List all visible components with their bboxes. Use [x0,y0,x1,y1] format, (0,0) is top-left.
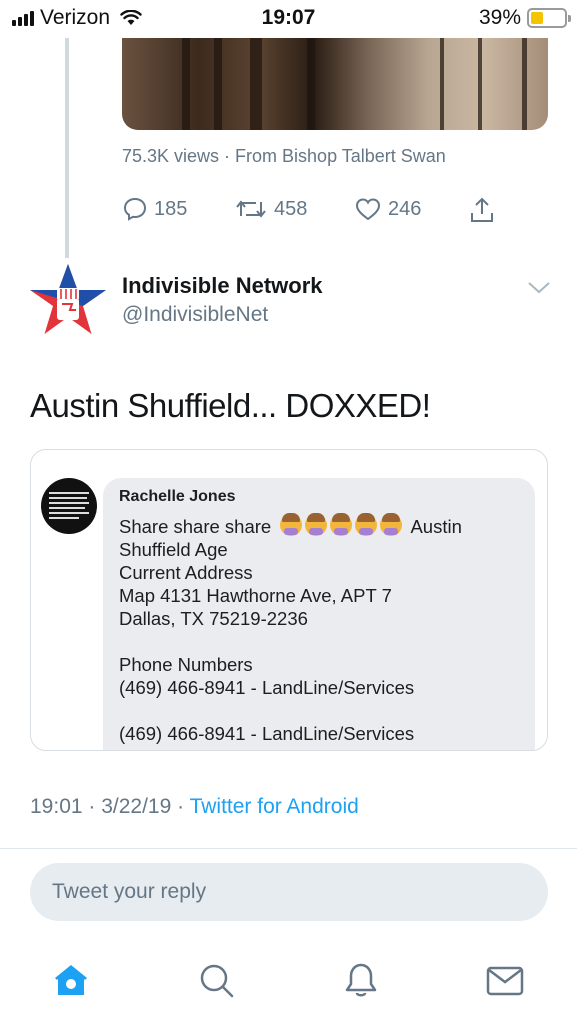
facebook-comment-bubble: Rachelle Jones Share share share Austin … [103,478,535,750]
like-count: 246 [388,197,422,220]
comment-line: (469) 466-8941 - LandLine/Services [119,723,415,744]
battery-fill [531,12,543,24]
video-thumbnail[interactable] [122,38,548,130]
reply-input[interactable] [30,863,548,921]
notifications-icon [345,963,377,997]
attached-image[interactable]: Rachelle Jones Share share share Austin … [30,449,548,751]
author-handle[interactable]: @IndivisibleNet [122,303,268,327]
retweet-action[interactable]: 458 [234,196,307,222]
reply-action[interactable]: 185 [122,196,187,222]
tweet-timestamp: 19:01 · 3/22/19 · [30,795,190,818]
tab-notifications[interactable] [341,960,381,1000]
woman-raising-hand-emoji [355,513,378,536]
search-icon [200,964,234,998]
reply-count: 185 [154,197,188,220]
comment-line: Share share share Austin [119,513,462,537]
comment-line: Map 4131 Hawthorne Ave, APT 7 [119,585,392,606]
tweet-meta: 19:01 · 3/22/19 · Twitter for Android [30,795,359,819]
tweet-source-link[interactable]: Twitter for Android [190,795,359,818]
indivisible-logo-avatar[interactable] [28,262,108,338]
retweet-icon [236,200,266,218]
tab-messages[interactable] [485,960,525,1000]
bottom-tab-bar [0,948,577,1024]
retweet-count: 458 [274,197,308,220]
tab-home[interactable] [51,960,91,1000]
battery-percent: 39% [478,6,521,29]
messages-icon [486,966,524,996]
author-display-name[interactable]: Indivisible Network [122,273,323,299]
reply-icon [123,197,147,221]
comment-author: Rachelle Jones [119,488,236,505]
tab-search[interactable] [196,960,236,1000]
share-action[interactable] [468,196,496,224]
status-right: 39% [478,6,571,30]
heart-icon [355,198,381,221]
battery-icon [527,8,571,28]
status-bar: Verizon 19:07 39% [0,0,577,38]
woman-raising-hand-emoji [280,513,303,536]
like-action[interactable]: 246 [354,196,421,222]
woman-raising-hand-emoji [305,513,328,536]
emoji-group [280,513,403,536]
home-icon [55,965,87,995]
comment-line: (469) 466-8941 - LandLine/Services [119,677,415,698]
video-views-source: 75.3K views · From Bishop Talbert Swan [122,146,446,166]
comment-line: Shuffield Age [119,539,228,560]
share-icon [471,197,493,222]
comment-line: Current Address [119,562,253,583]
tweet-text: Austin Shuffield... DOXXED! [30,387,431,424]
facebook-avatar [41,478,97,534]
comment-line: Dallas, TX 75219-2236 [119,608,308,629]
woman-raising-hand-emoji [330,513,353,536]
tweet-actions: 185 458 246 [122,196,502,228]
thread-connector [65,38,69,258]
divider [0,848,577,849]
woman-raising-hand-emoji [380,513,403,536]
chevron-down-icon[interactable] [527,280,551,296]
comment-line: Phone Numbers [119,654,253,675]
